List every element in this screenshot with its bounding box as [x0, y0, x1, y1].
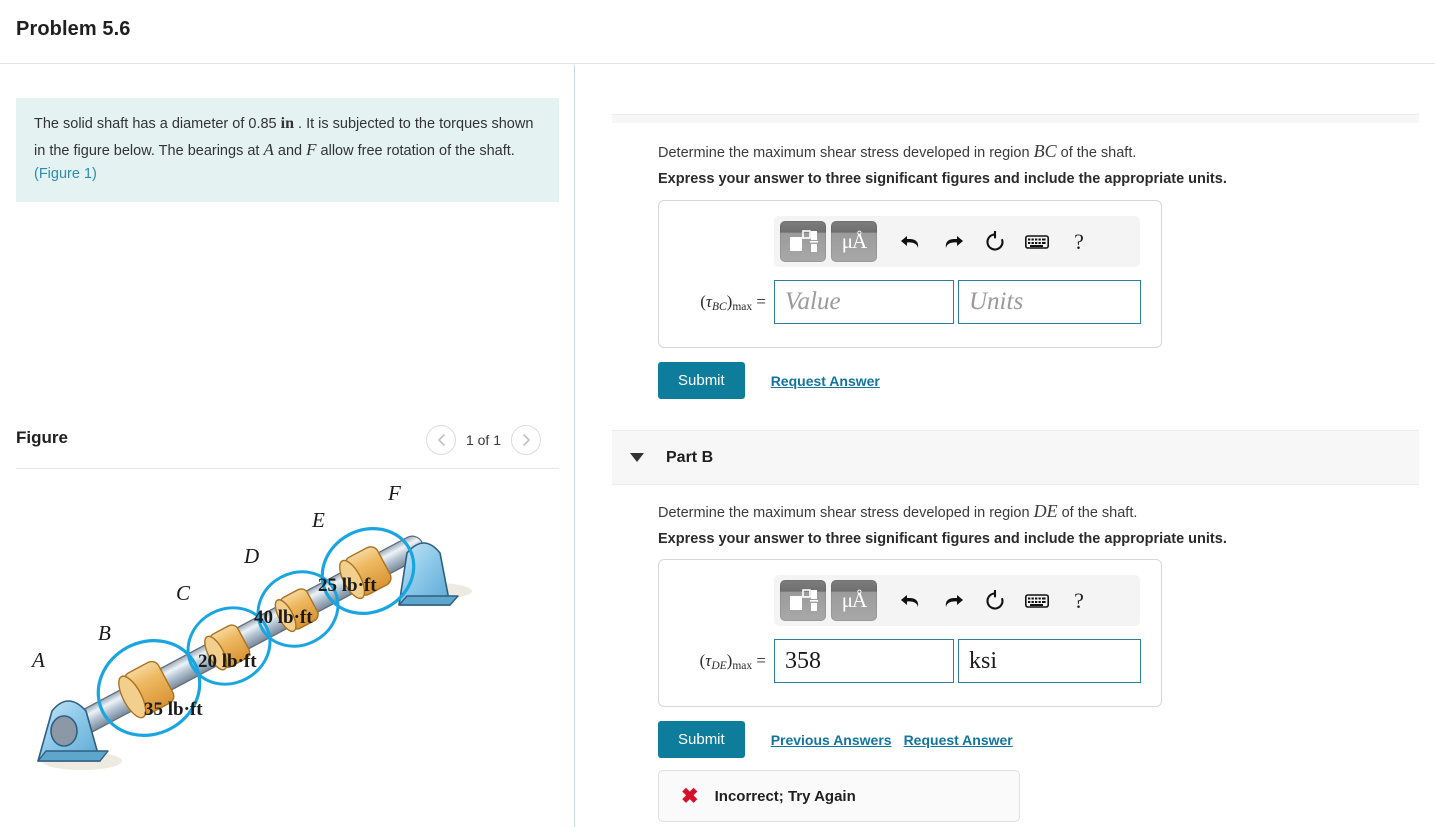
part-b-value-input[interactable]: [774, 639, 954, 683]
part-b-answer-row: (τDE)max =: [659, 634, 1161, 688]
part-a-instruction: Express your answer to three significant…: [658, 171, 1227, 187]
part-b-answer-box: μÅ ? (τDE)max = 358 ksi: [658, 559, 1162, 707]
question-mark-icon[interactable]: ?: [1066, 588, 1092, 613]
chevron-left-icon: [436, 433, 446, 447]
problem-page: Problem 5.6 The solid shaft has a diamet…: [0, 0, 1435, 827]
part-a-request-answer-link[interactable]: Request Answer: [771, 373, 880, 389]
part-b-actions: Submit Previous Answers Request Answer: [658, 721, 1013, 758]
figure-navigation: 1 of 1: [425, 425, 541, 455]
micro-angstrom-units-icon[interactable]: μÅ: [831, 221, 877, 262]
part-a-math-toolbar: μÅ ?: [774, 216, 1140, 267]
page-title: Problem 5.6: [16, 18, 131, 40]
part-b-request-answer-link[interactable]: Request Answer: [904, 732, 1013, 748]
figure-header: Figure 1 of 1: [16, 420, 559, 468]
label-point-c: C: [176, 581, 191, 605]
bearing-f: [398, 542, 459, 606]
part-b-title: Part B: [666, 448, 714, 466]
part-a-value-input[interactable]: [774, 280, 954, 324]
part-b-answer-label: (τDE)max =: [659, 651, 774, 672]
torque-label-4: 25 lb·ft: [318, 575, 377, 596]
max-subscript: max: [732, 300, 753, 313]
shaft-torque-diagram: A B C D E F 35 lb·ft 20 lb·ft 40 lb·ft 2…: [16, 475, 559, 825]
equals-sign: =: [756, 650, 766, 670]
part-b-units-input[interactable]: [958, 639, 1141, 683]
torque-label-2: 20 lb·ft: [198, 651, 257, 672]
left-panel: The solid shaft has a diameter of 0.85 i…: [0, 65, 575, 827]
part-a-actions: Submit Request Answer: [658, 362, 880, 399]
label-point-d: D: [243, 544, 259, 568]
part-b-question-region: DE: [1033, 501, 1058, 521]
reset-circle-icon[interactable]: [982, 230, 1008, 254]
figure-counter: 1 of 1: [465, 432, 501, 448]
micro-angstrom-units-icon[interactable]: μÅ: [831, 580, 877, 621]
figure-1-link[interactable]: (Figure 1): [34, 166, 97, 182]
undo-arrow-icon[interactable]: [898, 230, 924, 254]
part-b-question-post: of the shaft.: [1061, 505, 1138, 521]
keyboard-icon[interactable]: [1024, 230, 1050, 254]
keyboard-icon[interactable]: [1024, 589, 1050, 613]
part-a-units-input[interactable]: [958, 280, 1141, 324]
math-template-icon[interactable]: [780, 580, 826, 621]
description-unit: in: [280, 115, 294, 132]
part-a-header-strip[interactable]: [612, 114, 1419, 123]
description-text-1: The solid shaft has a diameter of 0.85: [34, 116, 277, 132]
figure-divider: [16, 468, 559, 469]
label-point-f: F: [387, 481, 401, 505]
red-x-icon: ✖: [681, 784, 699, 808]
part-b-question: Determine the maximum shear stress devel…: [658, 498, 1137, 525]
part-a-question: Determine the maximum shear stress devel…: [658, 138, 1136, 165]
shaft-diagram-svg: A B C D E F 35 lb·ft 20 lb·ft 40 lb·ft 2…: [30, 481, 472, 770]
label-point-a: A: [30, 648, 45, 672]
figure-prev-button[interactable]: [425, 425, 456, 455]
part-a-submit-button[interactable]: Submit: [658, 362, 745, 399]
part-b-feedback-box: ✖ Incorrect; Try Again: [658, 770, 1020, 822]
redo-arrow-icon[interactable]: [940, 589, 966, 613]
max-subscript: max: [732, 659, 753, 672]
part-a-answer-box: μÅ ? (τBC)max = Value Units: [658, 200, 1162, 348]
description-var-f: F: [306, 139, 317, 159]
tau-subscript: BC: [711, 300, 727, 313]
description-text-4: allow free rotation of the shaft.: [320, 142, 515, 159]
part-b-question-pre: Determine the maximum shear stress devel…: [658, 505, 1030, 521]
description-text-3: and: [277, 142, 303, 159]
part-a-question-pre: Determine the maximum shear stress devel…: [658, 145, 1030, 161]
right-panel: Determine the maximum shear stress devel…: [576, 65, 1435, 827]
torque-label-1: 35 lb·ft: [144, 699, 203, 720]
chevron-right-icon: [521, 433, 531, 447]
label-point-e: E: [311, 508, 325, 532]
part-a-question-post: of the shaft.: [1060, 145, 1137, 161]
part-b-math-toolbar: μÅ ?: [774, 575, 1140, 626]
undo-arrow-icon[interactable]: [898, 589, 924, 613]
top-header-bar: Problem 5.6: [0, 0, 1435, 64]
reset-circle-icon[interactable]: [982, 589, 1008, 613]
part-b-instruction: Express your answer to three significant…: [658, 531, 1227, 547]
part-b-feedback-text: Incorrect; Try Again: [714, 787, 856, 805]
redo-arrow-icon[interactable]: [940, 230, 966, 254]
part-a-answer-label: (τBC)max =: [659, 292, 774, 313]
math-template-icon[interactable]: [780, 221, 826, 262]
problem-description: The solid shaft has a diameter of 0.85 i…: [16, 98, 559, 202]
question-mark-icon[interactable]: ?: [1066, 229, 1092, 254]
part-b-header[interactable]: Part B: [612, 430, 1419, 485]
equals-sign: =: [756, 291, 766, 311]
part-a-question-region: BC: [1033, 141, 1057, 161]
figure-next-button[interactable]: [511, 425, 541, 455]
tau-subscript: DE: [711, 659, 727, 672]
units-icon-label: μÅ: [841, 229, 867, 253]
units-icon-label: μÅ: [841, 588, 867, 612]
figure-label: Figure: [16, 428, 68, 447]
part-a-answer-row: (τBC)max =: [659, 275, 1161, 329]
description-var-a: A: [263, 139, 274, 159]
part-b-previous-answers-link[interactable]: Previous Answers: [771, 732, 892, 748]
part-b-submit-button[interactable]: Submit: [658, 721, 745, 758]
caret-down-icon[interactable]: [630, 453, 644, 462]
torque-label-3: 40 lb·ft: [254, 607, 313, 628]
label-point-b: B: [98, 621, 111, 645]
